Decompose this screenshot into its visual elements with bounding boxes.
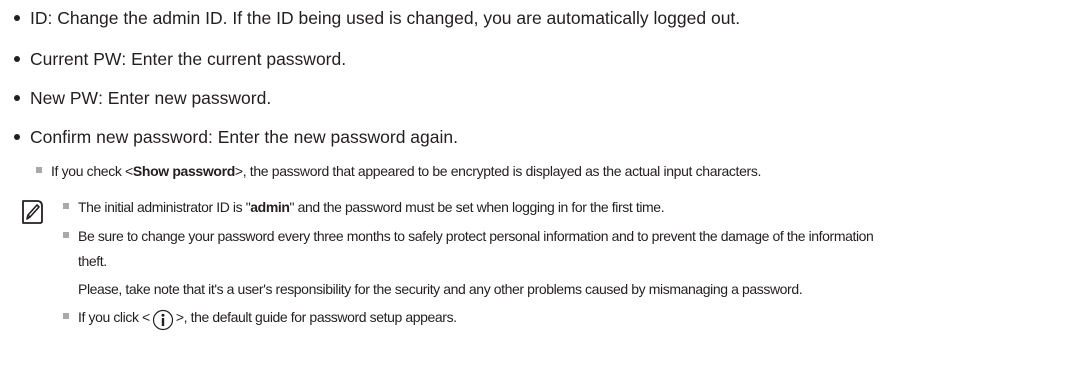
- note-text: Please, take note that it's a user's res…: [78, 281, 803, 297]
- bullet-text: : Enter the new password again.: [207, 126, 458, 147]
- bullet-dot: [14, 15, 20, 21]
- info-icon: [152, 309, 173, 331]
- note-change-password-continued: theft.: [78, 250, 107, 272]
- note-prefix: The initial administrator ID is ": [78, 199, 251, 215]
- note-prefix: If you click <: [78, 309, 150, 325]
- square-bullet: [36, 167, 42, 173]
- bullet-item-new-pw: New PW : Enter new password.: [14, 80, 271, 116]
- note-suffix: " and the password must be set when logg…: [289, 199, 665, 215]
- bullet-dot: [14, 56, 20, 62]
- note-bold: Show password: [132, 163, 235, 179]
- note-text: Be sure to change your password every th…: [78, 228, 874, 244]
- bullet-dot: [14, 95, 20, 101]
- bullet-label: Current PW: [30, 48, 122, 69]
- bullet-label: Confirm new password: [30, 126, 208, 147]
- bullet-text: : Change the admin ID. If the ID being u…: [47, 7, 741, 28]
- note-info: If you click < >, the default guide for …: [63, 306, 457, 331]
- square-bullet: [63, 232, 69, 238]
- note-text: theft.: [78, 253, 107, 269]
- show-password-note: If you check < Show password >, the passwo…: [36, 159, 761, 183]
- bullet-item-current-pw: Current PW : Enter the current password.: [14, 41, 346, 77]
- bullet-text: : Enter new password.: [98, 87, 272, 108]
- note-admin: The initial administrator ID is " admin " …: [63, 196, 665, 218]
- bullet-text: : Enter the current password.: [121, 48, 347, 69]
- note-suffix: >, the password that appeared to be encr…: [234, 163, 762, 179]
- note-prefix: If you check <: [51, 163, 133, 179]
- note-responsibility: Please, take note that it's a user's res…: [78, 278, 803, 300]
- note-change-password: Be sure to change your password every th…: [63, 225, 874, 247]
- note-suffix: >, the default guide for password setup …: [175, 309, 457, 325]
- square-bullet: [63, 313, 69, 319]
- pencil-note-icon: [22, 200, 43, 224]
- bullet-label: New PW: [30, 87, 99, 108]
- bullet-item-id: ID : Change the admin ID. If the ID bein…: [14, 0, 740, 36]
- note-bold: admin: [250, 199, 290, 215]
- bullet-item-confirm-pw: Confirm new password : Enter the new pas…: [14, 119, 458, 155]
- square-bullet: [63, 203, 69, 209]
- bullet-label: ID: [30, 7, 48, 28]
- bullet-dot: [14, 134, 20, 140]
